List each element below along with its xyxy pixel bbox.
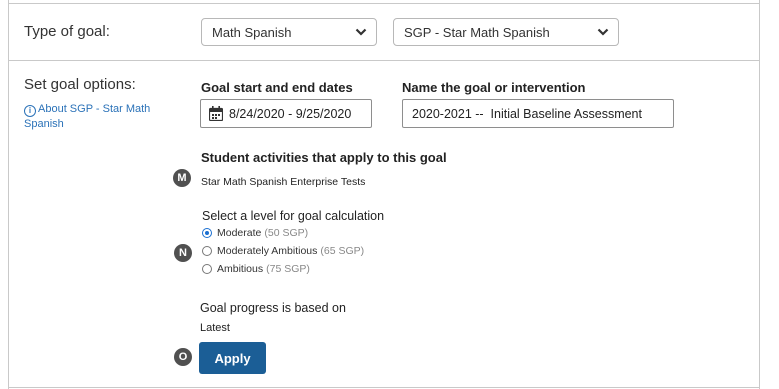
- about-sgp-link[interactable]: i About SGP - Star Math Spanish: [24, 102, 159, 131]
- calendar-icon: [209, 106, 223, 121]
- type-of-goal-label: Type of goal:: [24, 23, 110, 40]
- goal-name-value: 2020-2021 -- Initial Baseline Assessment: [412, 106, 642, 121]
- level-option-detail: (75 SGP): [266, 263, 310, 275]
- step-marker-n: N: [174, 244, 192, 262]
- activities-label: Student activities that apply to this go…: [201, 150, 447, 165]
- level-option-detail: (50 SGP): [264, 227, 309, 239]
- radio-selected[interactable]: [202, 228, 212, 238]
- radio-unselected[interactable]: [202, 246, 212, 256]
- goal-name-label: Name the goal or intervention: [402, 80, 586, 95]
- level-option-label: Ambitious: [217, 263, 264, 275]
- dates-label: Goal start and end dates: [201, 80, 353, 95]
- set-goal-options-label: Set goal options:: [24, 76, 136, 93]
- level-option-label: Moderate: [217, 227, 262, 239]
- level-option-label: Moderately Ambitious: [217, 245, 318, 257]
- subject-select[interactable]: Math Spanish: [201, 18, 377, 46]
- level-option-detail: (65 SGP): [320, 245, 365, 257]
- apply-button[interactable]: Apply: [199, 342, 266, 374]
- progress-value: Latest: [200, 322, 230, 334]
- date-range-field[interactable]: 8/24/2020 - 9/25/2020: [200, 99, 372, 128]
- goal-type-select[interactable]: SGP - Star Math Spanish: [393, 18, 619, 46]
- level-option-moderately-ambitious[interactable]: Moderately Ambitious (65 SGP): [202, 245, 364, 257]
- level-option-ambitious[interactable]: Ambitious (75 SGP): [202, 263, 310, 275]
- divider-bottom: [8, 387, 760, 388]
- date-range-value: 8/24/2020 - 9/25/2020: [229, 106, 352, 121]
- step-marker-m: M: [173, 169, 191, 187]
- about-sgp-link-text: About SGP - Star Math Spanish: [24, 103, 151, 130]
- subject-select-value: Math Spanish: [212, 24, 292, 40]
- goal-type-select-value: SGP - Star Math Spanish: [404, 24, 550, 40]
- activities-value: Star Math Spanish Enterprise Tests: [201, 176, 366, 188]
- level-label: Select a level for goal calculation: [202, 209, 385, 223]
- divider-top: [8, 3, 760, 4]
- info-icon: i: [24, 105, 36, 117]
- chevron-down-icon: [355, 28, 367, 36]
- chevron-down-icon: [597, 28, 609, 36]
- goal-name-input[interactable]: 2020-2021 -- Initial Baseline Assessment: [402, 99, 674, 128]
- level-option-moderate[interactable]: Moderate (50 SGP): [202, 227, 308, 239]
- goal-panel: [8, 0, 760, 389]
- divider-middle: [8, 60, 760, 61]
- progress-label: Goal progress is based on: [200, 301, 346, 315]
- radio-unselected[interactable]: [202, 264, 212, 274]
- step-marker-o: O: [174, 348, 192, 366]
